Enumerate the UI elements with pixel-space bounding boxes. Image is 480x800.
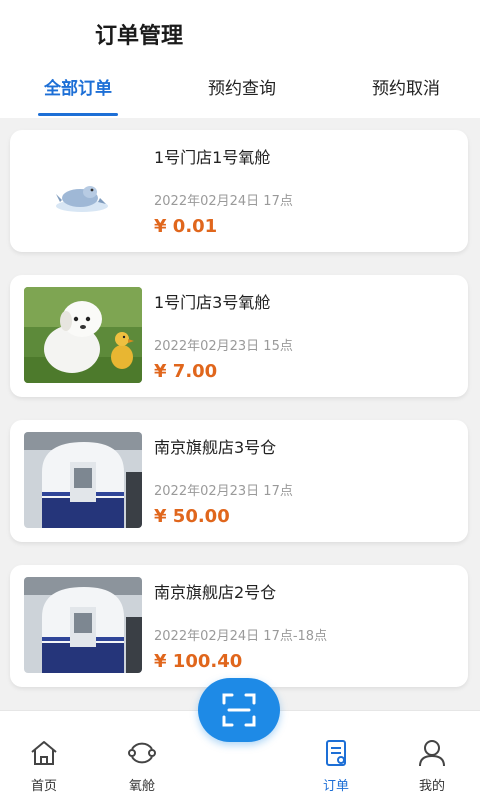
page-title: 订单管理 — [95, 24, 184, 49]
order-price: ¥ 0.01 — [154, 216, 218, 237]
scan-button[interactable] — [198, 678, 280, 742]
profile-icon — [419, 740, 445, 767]
tab-label: 预约查询 — [208, 79, 276, 99]
order-icon — [326, 740, 346, 766]
order-card[interactable]: 南京旗舰店3号仓 2022年02月23日 17点 ¥ 50.00 — [10, 420, 468, 542]
order-thumbnail — [24, 287, 142, 383]
order-thumbnail — [24, 432, 142, 528]
tab-all-orders[interactable]: 全部订单 — [30, 76, 126, 118]
order-time: 2022年02月23日 15点 — [154, 339, 293, 354]
order-card[interactable]: 1号门店1号氧舱 2022年02月24日 17点 ¥ 0.01 — [10, 130, 468, 252]
tab-label: 全部订单 — [44, 79, 112, 99]
top-bar: 订单管理 全部订单 预约查询 预约取消 — [0, 0, 480, 118]
order-time: 2022年02月24日 17点-18点 — [154, 629, 328, 644]
order-price: ¥ 50.00 — [154, 506, 230, 527]
cabin-icon — [128, 742, 156, 764]
order-title: 南京旗舰店2号仓 — [154, 583, 277, 602]
tab-label: 预约取消 — [372, 79, 440, 99]
chamber-photo — [24, 577, 142, 673]
tab-reservation-cancel[interactable]: 预约取消 — [356, 76, 456, 118]
order-title: 南京旗舰店3号仓 — [154, 438, 277, 457]
nav-label: 订单 — [322, 779, 349, 794]
nav-label: 氧舱 — [128, 779, 155, 794]
scan-icon — [222, 693, 256, 727]
order-title: 1号门店3号氧舱 — [154, 293, 271, 312]
nav-cabin[interactable]: 氧舱 — [112, 737, 172, 797]
order-time: 2022年02月23日 17点 — [154, 484, 293, 499]
order-thumbnail — [24, 577, 142, 673]
tab-reservation-query[interactable]: 预约查询 — [192, 76, 292, 118]
order-card[interactable]: 1号门店3号氧舱 2022年02月23日 15点 ¥ 7.00 — [10, 275, 468, 397]
nav-home[interactable]: 首页 — [14, 737, 74, 797]
order-time: 2022年02月24日 17点 — [154, 194, 293, 209]
tab-active-indicator — [38, 113, 118, 116]
chamber-photo — [24, 432, 142, 528]
seal-icon — [24, 142, 142, 238]
order-price: ¥ 7.00 — [154, 361, 218, 382]
order-price: ¥ 100.40 — [154, 651, 243, 672]
order-thumbnail — [24, 142, 142, 238]
order-title: 1号门店1号氧舱 — [154, 148, 271, 167]
puppy-photo — [24, 287, 142, 383]
nav-label: 首页 — [30, 779, 57, 794]
order-tabs: 全部订单 预约查询 预约取消 — [0, 76, 480, 118]
nav-order[interactable]: 订单 — [306, 737, 366, 797]
home-icon — [31, 741, 57, 765]
order-card[interactable]: 南京旗舰店2号仓 2022年02月24日 17点-18点 ¥ 100.40 — [10, 565, 468, 687]
nav-profile[interactable]: 我的 — [402, 737, 462, 797]
nav-label: 我的 — [418, 779, 445, 794]
